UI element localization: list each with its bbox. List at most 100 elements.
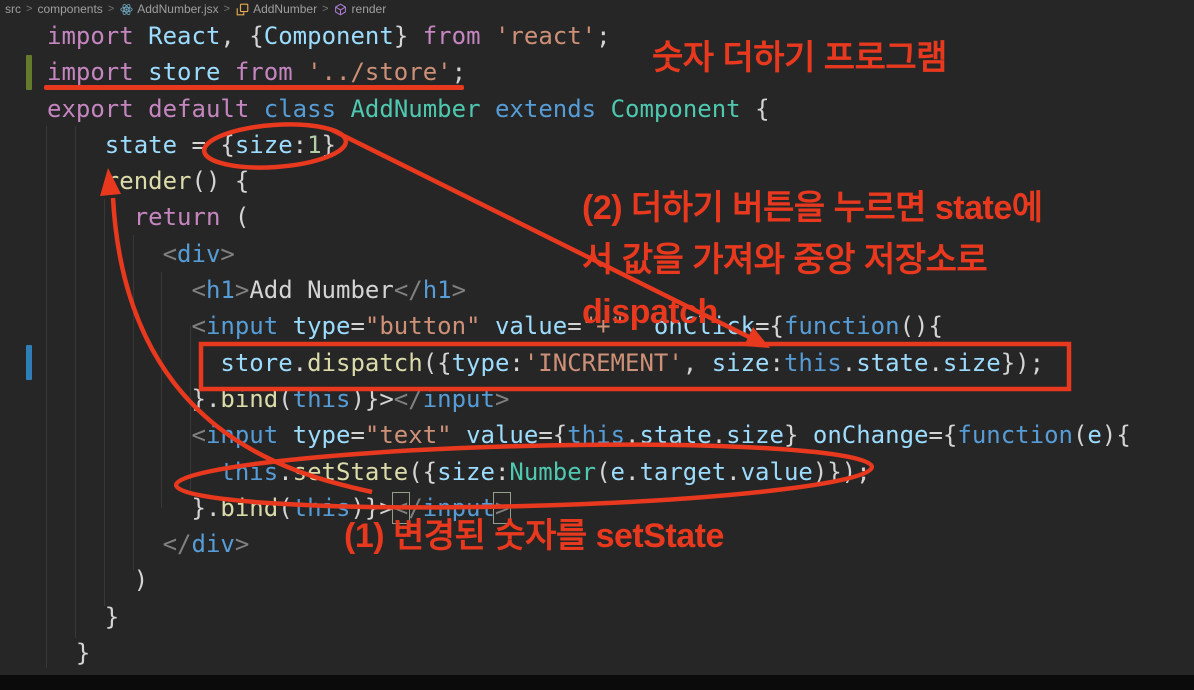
breadcrumb-item-components[interactable]: components bbox=[37, 2, 102, 16]
breadcrumb-separator: > bbox=[224, 3, 230, 15]
code-token bbox=[293, 58, 307, 86]
code-token: input bbox=[423, 385, 495, 413]
code-token: : bbox=[509, 349, 523, 377]
code-line-3[interactable]: export default class AddNumber extends C… bbox=[47, 91, 1131, 127]
code-token: size bbox=[235, 131, 293, 159]
gutter-modified-indicator bbox=[26, 345, 32, 380]
code-token: = { bbox=[177, 131, 235, 159]
breadcrumb-label: render bbox=[352, 2, 387, 16]
code-token bbox=[47, 530, 163, 558]
code-token: e bbox=[611, 458, 625, 486]
code-token: 1 bbox=[307, 131, 321, 159]
code-line-16[interactable]: ) bbox=[47, 562, 1131, 598]
code-token: : bbox=[293, 131, 307, 159]
code-token: from bbox=[235, 58, 293, 86]
code-line-12[interactable]: <input type="text" value={this.state.siz… bbox=[47, 417, 1131, 453]
breadcrumb-separator: > bbox=[322, 3, 328, 15]
code-token: }. bbox=[47, 385, 220, 413]
code-token: )}> bbox=[350, 385, 393, 413]
code-line-17[interactable]: } bbox=[47, 599, 1131, 635]
code-token bbox=[596, 95, 610, 123]
breadcrumb-item-render[interactable]: render bbox=[334, 2, 387, 16]
code-token: Component bbox=[611, 95, 741, 123]
breadcrumb-item-addnumber-jsx[interactable]: AddNumber.jsx bbox=[119, 2, 218, 16]
code-token bbox=[134, 22, 148, 50]
class-icon bbox=[235, 2, 249, 16]
code-line-4[interactable]: state = {size:1} bbox=[47, 127, 1131, 163]
code-token: , bbox=[683, 349, 712, 377]
code-token: onChange bbox=[813, 421, 929, 449]
annotation-note-dispatch-line: 서 값을 가져와 중앙 저장소로 bbox=[582, 234, 1043, 286]
gutter-added-indicator bbox=[26, 55, 32, 90]
breadcrumb-label: src bbox=[5, 2, 21, 16]
code-token: import bbox=[47, 58, 134, 86]
code-token bbox=[278, 421, 292, 449]
code-token: < bbox=[192, 312, 206, 340]
code-token: > bbox=[235, 276, 249, 304]
code-token: Number bbox=[509, 458, 596, 486]
code-token: from bbox=[423, 22, 481, 50]
code-line-10[interactable]: store.dispatch({type:'INCREMENT', size:t… bbox=[47, 345, 1131, 381]
code-token bbox=[481, 22, 495, 50]
code-token: type bbox=[293, 421, 351, 449]
code-token: state bbox=[105, 131, 177, 159]
code-line-2[interactable]: import store from '../store'; bbox=[47, 54, 1131, 90]
code-token bbox=[278, 312, 292, 340]
code-token: size bbox=[712, 349, 770, 377]
breadcrumb-label: AddNumber.jsx bbox=[137, 2, 218, 16]
code-token: ( bbox=[1073, 421, 1087, 449]
code-token: ( bbox=[596, 458, 610, 486]
code-token: > bbox=[220, 240, 234, 268]
code-token: div bbox=[177, 240, 220, 268]
code-token: dispatch bbox=[307, 349, 423, 377]
breadcrumb-item-addnumber[interactable]: AddNumber bbox=[235, 2, 317, 16]
code-token: target bbox=[639, 458, 726, 486]
code-token: "text" bbox=[365, 421, 452, 449]
code-token: AddNumber bbox=[350, 95, 480, 123]
code-token: size bbox=[437, 458, 495, 486]
code-token bbox=[249, 95, 263, 123]
code-token: ) bbox=[47, 566, 148, 594]
annotation-title: 숫자 더하기 프로그램 bbox=[652, 30, 947, 79]
code-token: this bbox=[293, 385, 351, 413]
code-token: value bbox=[741, 458, 813, 486]
code-token bbox=[47, 349, 220, 377]
code-line-18[interactable]: } bbox=[47, 635, 1131, 671]
code-token: React bbox=[148, 22, 220, 50]
code-token: < bbox=[163, 240, 177, 268]
code-token: ({ bbox=[408, 458, 437, 486]
code-token: this bbox=[567, 421, 625, 449]
code-token: return bbox=[134, 203, 221, 231]
code-token: import bbox=[47, 22, 134, 50]
code-token: "button" bbox=[365, 312, 481, 340]
code-token: div bbox=[192, 530, 235, 558]
code-token: e bbox=[1087, 421, 1101, 449]
code-token bbox=[47, 167, 105, 195]
code-token: ( bbox=[220, 203, 249, 231]
code-token: = bbox=[350, 421, 364, 449]
code-token: > bbox=[495, 385, 509, 413]
code-area: import React, {Component} from 'react';i… bbox=[47, 18, 1131, 671]
code-line-1[interactable]: import React, {Component} from 'react'; bbox=[47, 18, 1131, 54]
code-token: h1 bbox=[206, 276, 235, 304]
code-token bbox=[336, 95, 350, 123]
code-token bbox=[47, 276, 192, 304]
code-line-11[interactable]: }.bind(this)}></input> bbox=[47, 381, 1131, 417]
code-token: ; bbox=[596, 22, 610, 50]
breadcrumb: src>components>AddNumber.jsx>AddNumber>r… bbox=[0, 0, 1194, 18]
code-token bbox=[481, 95, 495, 123]
code-token bbox=[47, 458, 220, 486]
code-token: value bbox=[495, 312, 567, 340]
code-token: > bbox=[235, 530, 249, 558]
code-token: type bbox=[452, 349, 510, 377]
code-token: input bbox=[206, 421, 278, 449]
code-token: bind bbox=[220, 494, 278, 522]
annotation-note-setstate: (1) 변경된 숫자를 setState bbox=[344, 508, 724, 557]
breadcrumb-item-src[interactable]: src bbox=[5, 2, 21, 16]
code-token: : bbox=[495, 458, 509, 486]
code-token: Component bbox=[264, 22, 394, 50]
code-token: setState bbox=[293, 458, 409, 486]
code-token: } bbox=[47, 603, 119, 631]
code-line-13[interactable]: this.setState({size:Number(e.target.valu… bbox=[47, 454, 1131, 490]
code-token: 'react' bbox=[495, 22, 596, 50]
